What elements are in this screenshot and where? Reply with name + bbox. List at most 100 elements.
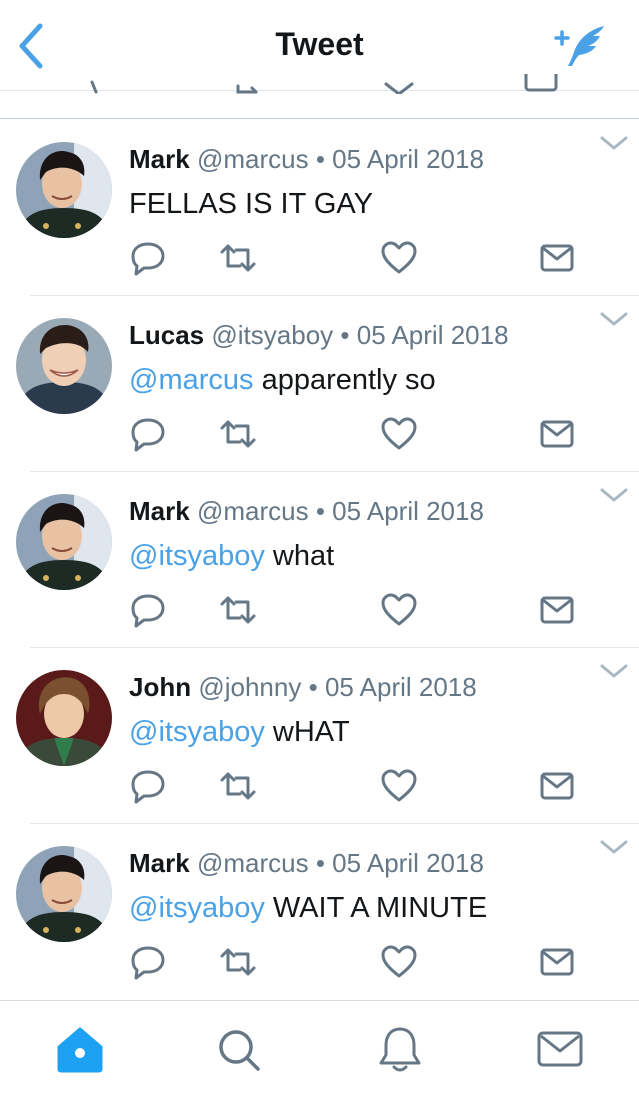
author-handle[interactable]: @marcus: [197, 496, 309, 526]
tweet-options-caret[interactable]: [596, 484, 632, 508]
tab-notifications[interactable]: [375, 1023, 425, 1075]
reply-button[interactable]: [128, 766, 168, 806]
like-button[interactable]: [379, 414, 419, 454]
bottom-tab-bar: [0, 1000, 639, 1098]
previous-tweet-actions-partial: [0, 74, 639, 94]
tweet-body: wHAT: [264, 716, 350, 748]
mention-link[interactable]: @itsyaboy: [129, 892, 265, 924]
direct-message-button[interactable]: [537, 414, 577, 454]
chevron-down-icon: [600, 664, 628, 678]
tweet-item[interactable]: John @johnny • 05 April 2018 @itsyaboy w…: [0, 648, 639, 824]
mention-link[interactable]: @marcus: [129, 364, 254, 396]
like-button[interactable]: [379, 942, 419, 982]
direct-message-icon: [540, 948, 574, 976]
notifications-bell-icon: [379, 1027, 421, 1072]
author-name[interactable]: Lucas: [129, 320, 204, 350]
avatar[interactable]: [16, 318, 112, 414]
mention-link[interactable]: @itsyaboy: [129, 716, 265, 748]
tweet-text: @marcus apparently so: [129, 364, 436, 397]
retweet-button[interactable]: [218, 414, 258, 454]
tweet-item[interactable]: Mark @marcus • 05 April 2018 FELLAS IS I…: [0, 120, 639, 296]
reply-button[interactable]: [128, 414, 168, 454]
tweet-item[interactable]: Lucas @itsyaboy • 05 April 2018 @marcus …: [0, 296, 639, 472]
like-button[interactable]: [379, 590, 419, 630]
tweet-date: 05 April 2018: [332, 496, 484, 526]
retweet-icon: [220, 772, 256, 800]
avatar[interactable]: [16, 670, 112, 766]
tweet-header: John @johnny • 05 April 2018: [129, 672, 477, 703]
like-heart-icon: [381, 417, 417, 450]
like-heart-icon: [381, 593, 417, 626]
tab-search[interactable]: [214, 1023, 264, 1075]
tweet-options-caret[interactable]: [596, 660, 632, 684]
direct-message-icon: [540, 420, 574, 448]
direct-message-icon: [540, 596, 574, 624]
direct-message-icon: [540, 772, 574, 800]
tweet-options-caret[interactable]: [596, 836, 632, 860]
tweet-body: FELLAS IS IT GAY: [129, 188, 373, 220]
compose-feather-icon: [554, 26, 604, 66]
author-name[interactable]: John: [129, 672, 191, 702]
retweet-icon: [220, 420, 256, 448]
retweet-icon: [220, 244, 256, 272]
reply-icon: [131, 594, 165, 628]
reply-button[interactable]: [128, 238, 168, 278]
tweet-options-caret[interactable]: [596, 308, 632, 332]
thread-divider: [0, 118, 639, 119]
retweet-icon: [220, 948, 256, 976]
tweet-header: Mark @marcus • 05 April 2018: [129, 144, 484, 175]
like-button[interactable]: [379, 766, 419, 806]
retweet-button[interactable]: [218, 590, 258, 630]
direct-message-button[interactable]: [537, 942, 577, 982]
reply-button[interactable]: [128, 590, 168, 630]
avatar[interactable]: [16, 494, 112, 590]
tab-home[interactable]: [55, 1023, 105, 1075]
tweet-header: Mark @marcus • 05 April 2018: [129, 848, 484, 879]
like-heart-icon: [381, 945, 417, 978]
author-handle[interactable]: @marcus: [197, 144, 309, 174]
compose-tweet-button[interactable]: [552, 22, 612, 70]
tweet-options-caret[interactable]: [596, 132, 632, 156]
messages-envelope-icon: [537, 1031, 583, 1067]
reply-icon: [131, 946, 165, 980]
reply-icon: [131, 770, 165, 804]
tweet-body: what: [264, 540, 335, 572]
author-name[interactable]: Mark: [129, 848, 190, 878]
like-button[interactable]: [379, 238, 419, 278]
author-handle[interactable]: @itsyaboy: [211, 320, 333, 350]
tweet-text: FELLAS IS IT GAY: [129, 188, 373, 221]
chevron-down-icon: [600, 312, 628, 326]
tweet-body: WAIT A MINUTE: [264, 892, 488, 924]
chevron-down-icon: [600, 488, 628, 502]
reply-icon: [131, 418, 165, 452]
meta-separator: •: [308, 672, 318, 702]
reply-icon: [131, 242, 165, 276]
tweet-date: 05 April 2018: [356, 320, 509, 350]
tab-messages[interactable]: [535, 1023, 585, 1075]
direct-message-button[interactable]: [537, 238, 577, 278]
author-handle[interactable]: @marcus: [197, 848, 309, 878]
tweet-text: @itsyaboy wHAT: [129, 716, 350, 749]
author-name[interactable]: Mark: [129, 496, 190, 526]
direct-message-button[interactable]: [537, 766, 577, 806]
avatar[interactable]: [16, 846, 112, 942]
tweet-body: apparently so: [253, 364, 436, 396]
reply-button[interactable]: [128, 942, 168, 982]
retweet-button[interactable]: [218, 942, 258, 982]
direct-message-icon: [540, 244, 574, 272]
home-icon: [57, 1027, 103, 1073]
meta-separator: •: [315, 848, 325, 878]
author-name[interactable]: Mark: [129, 144, 190, 174]
tweet-item[interactable]: Mark @marcus • 05 April 2018 @itsyaboy W…: [0, 824, 639, 1000]
direct-message-button[interactable]: [537, 590, 577, 630]
tweet-date: 05 April 2018: [324, 672, 477, 702]
retweet-icon: [220, 596, 256, 624]
mention-link[interactable]: @itsyaboy: [129, 540, 265, 572]
meta-separator: •: [315, 144, 325, 174]
retweet-button[interactable]: [218, 766, 258, 806]
author-handle[interactable]: @johnny: [198, 672, 301, 702]
avatar[interactable]: [16, 142, 112, 238]
meta-separator: •: [340, 320, 350, 350]
tweet-item[interactable]: Mark @marcus • 05 April 2018 @itsyaboy w…: [0, 472, 639, 648]
retweet-button[interactable]: [218, 238, 258, 278]
